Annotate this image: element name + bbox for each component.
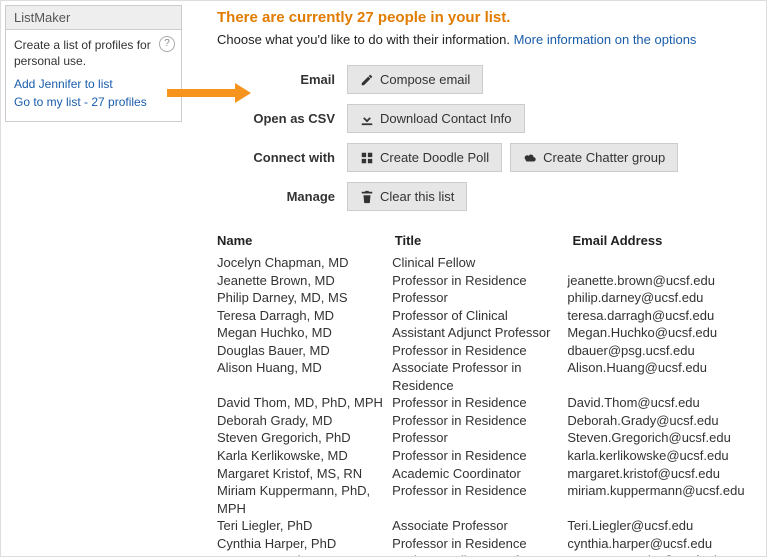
cell-email: Steven.Gregorich@ucsf.edu (567, 429, 760, 447)
cell-name: Miriam Kuppermann, PhD, MPH (217, 482, 392, 517)
cell-name: Margaret Kristof, MS, RN (217, 465, 392, 483)
cell-title: Academic Coordinator (392, 465, 567, 483)
download-icon (360, 112, 374, 126)
main-panel: There are currently 27 people in your li… (217, 7, 760, 557)
table-row: Megan Huchko, MDAssistant Adjunct Profes… (217, 324, 760, 342)
cell-email: karla.kerlikowske@ucsf.edu (567, 447, 760, 465)
cell-title: Professor in Residence (392, 535, 567, 553)
cell-email: dbauer@psg.ucsf.edu (567, 342, 760, 360)
create-chatter-label: Create Chatter group (543, 150, 665, 165)
csv-label: Open as CSV (217, 111, 347, 126)
create-chatter-button[interactable]: Create Chatter group (510, 143, 678, 172)
create-doodle-button[interactable]: Create Doodle Poll (347, 143, 502, 172)
table-row: Karla Kerlikowske, MDProfessor in Reside… (217, 447, 760, 465)
cell-title: Assistant Adjunct Professor (392, 324, 567, 342)
compose-email-button[interactable]: Compose email (347, 65, 483, 94)
table-row: Jeanette Brown, MDProfessor in Residence… (217, 272, 760, 290)
cell-email: Deborah.Grady@ucsf.edu (567, 412, 760, 430)
subline: Choose what you'd like to do with their … (217, 32, 760, 47)
cell-title: Associate Professor in Residence (392, 359, 567, 394)
cell-name: Steven Gregorich, PhD (217, 429, 392, 447)
cell-title: Professor in Residence (392, 394, 567, 412)
cell-name: Jocelyn Chapman, MD (217, 254, 392, 272)
cell-name: Karla Kerlikowske, MD (217, 447, 392, 465)
cell-title: Professor (392, 429, 567, 447)
table-row: Philip Darney, MD, MSProfessorphilip.dar… (217, 289, 760, 307)
cell-name: Teri Liegler, PhD (217, 517, 392, 535)
cell-name: Teresa Darragh, MD (217, 307, 392, 325)
col-title-header: Title (395, 233, 573, 248)
download-csv-label: Download Contact Info (380, 111, 512, 126)
cell-name: Vanessa Jacoby, MD (217, 552, 392, 557)
clear-list-label: Clear this list (380, 189, 454, 204)
trash-icon (360, 190, 374, 204)
cell-email: philip.darney@ucsf.edu (567, 289, 760, 307)
subline-text: Choose what you'd like to do with their … (217, 32, 514, 47)
cell-email: jeanette.brown@ucsf.edu (567, 272, 760, 290)
cell-title: Professor (392, 289, 567, 307)
cell-name: Megan Huchko, MD (217, 324, 392, 342)
cell-email: Megan.Huchko@ucsf.edu (567, 324, 760, 342)
table-row: Teresa Darragh, MDProfessor of Clinicalt… (217, 307, 760, 325)
add-to-list-link[interactable]: Add Jennifer to list (14, 77, 173, 91)
manage-label: Manage (217, 189, 347, 204)
help-icon[interactable]: ? (159, 36, 175, 52)
cloud-icon (523, 151, 537, 165)
col-email-header: Email Address (573, 233, 761, 248)
cell-email: margaret.kristof@ucsf.edu (567, 465, 760, 483)
cell-name: Philip Darney, MD, MS (217, 289, 392, 307)
create-doodle-label: Create Doodle Poll (380, 150, 489, 165)
col-name-header: Name (217, 233, 395, 248)
cell-title: Professor in Residence (392, 482, 567, 517)
cell-email: Alison.Huang@ucsf.edu (567, 359, 760, 394)
table-row: Deborah Grady, MDProfessor in ResidenceD… (217, 412, 760, 430)
table-row: Steven Gregorich, PhDProfessorSteven.Gre… (217, 429, 760, 447)
table-row: Miriam Kuppermann, PhD, MPHProfessor in … (217, 482, 760, 517)
cell-email: David.Thom@ucsf.edu (567, 394, 760, 412)
people-table: Name Title Email Address Jocelyn Chapman… (217, 233, 760, 557)
table-row: David Thom, MD, PhD, MPHProfessor in Res… (217, 394, 760, 412)
download-csv-button[interactable]: Download Contact Info (347, 104, 525, 133)
cell-title: Professor in Residence (392, 272, 567, 290)
table-row: Alison Huang, MDAssociate Professor in R… (217, 359, 760, 394)
cell-title: Professor in Residence (392, 447, 567, 465)
gift-icon (360, 151, 374, 165)
cell-email: miriam.kuppermann@ucsf.edu (567, 482, 760, 517)
cell-name: Cynthia Harper, PhD (217, 535, 392, 553)
cell-email: Teri.Liegler@ucsf.edu (567, 517, 760, 535)
cell-email: Vanessa.Jacoby@ucsf.edu (567, 552, 760, 557)
cell-email: cynthia.harper@ucsf.edu (567, 535, 760, 553)
go-to-list-link[interactable]: Go to my list - 27 profiles (14, 95, 173, 109)
cell-title: Assistant Adjunct Professor (392, 552, 567, 557)
listmaker-sidebar: ListMaker ? Create a list of profiles fo… (5, 5, 182, 122)
cell-email (567, 254, 760, 272)
cell-title: Associate Professor (392, 517, 567, 535)
cell-name: Alison Huang, MD (217, 359, 392, 394)
cell-name: Deborah Grady, MD (217, 412, 392, 430)
table-row: Douglas Bauer, MDProfessor in Residenced… (217, 342, 760, 360)
pencil-icon (360, 73, 374, 87)
connect-label: Connect with (217, 150, 347, 165)
compose-email-label: Compose email (380, 72, 470, 87)
cell-title: Professor in Residence (392, 342, 567, 360)
table-row: Vanessa Jacoby, MDAssistant Adjunct Prof… (217, 552, 760, 557)
table-row: Margaret Kristof, MS, RNAcademic Coordin… (217, 465, 760, 483)
list-count-headline: There are currently 27 people in your li… (217, 9, 760, 26)
cell-name: David Thom, MD, PhD, MPH (217, 394, 392, 412)
sidebar-title: ListMaker (6, 6, 181, 30)
email-label: Email (217, 72, 347, 87)
clear-list-button[interactable]: Clear this list (347, 182, 467, 211)
sidebar-description: Create a list of profiles for personal u… (14, 38, 173, 69)
table-row: Jocelyn Chapman, MDClinical Fellow (217, 254, 760, 272)
cell-email: teresa.darragh@ucsf.edu (567, 307, 760, 325)
table-row: Cynthia Harper, PhDProfessor in Residenc… (217, 535, 760, 553)
cell-title: Professor in Residence (392, 412, 567, 430)
cell-title: Professor of Clinical (392, 307, 567, 325)
table-row: Teri Liegler, PhDAssociate ProfessorTeri… (217, 517, 760, 535)
cell-name: Douglas Bauer, MD (217, 342, 392, 360)
more-info-link[interactable]: More information on the options (514, 32, 697, 47)
cell-name: Jeanette Brown, MD (217, 272, 392, 290)
cell-title: Clinical Fellow (392, 254, 567, 272)
